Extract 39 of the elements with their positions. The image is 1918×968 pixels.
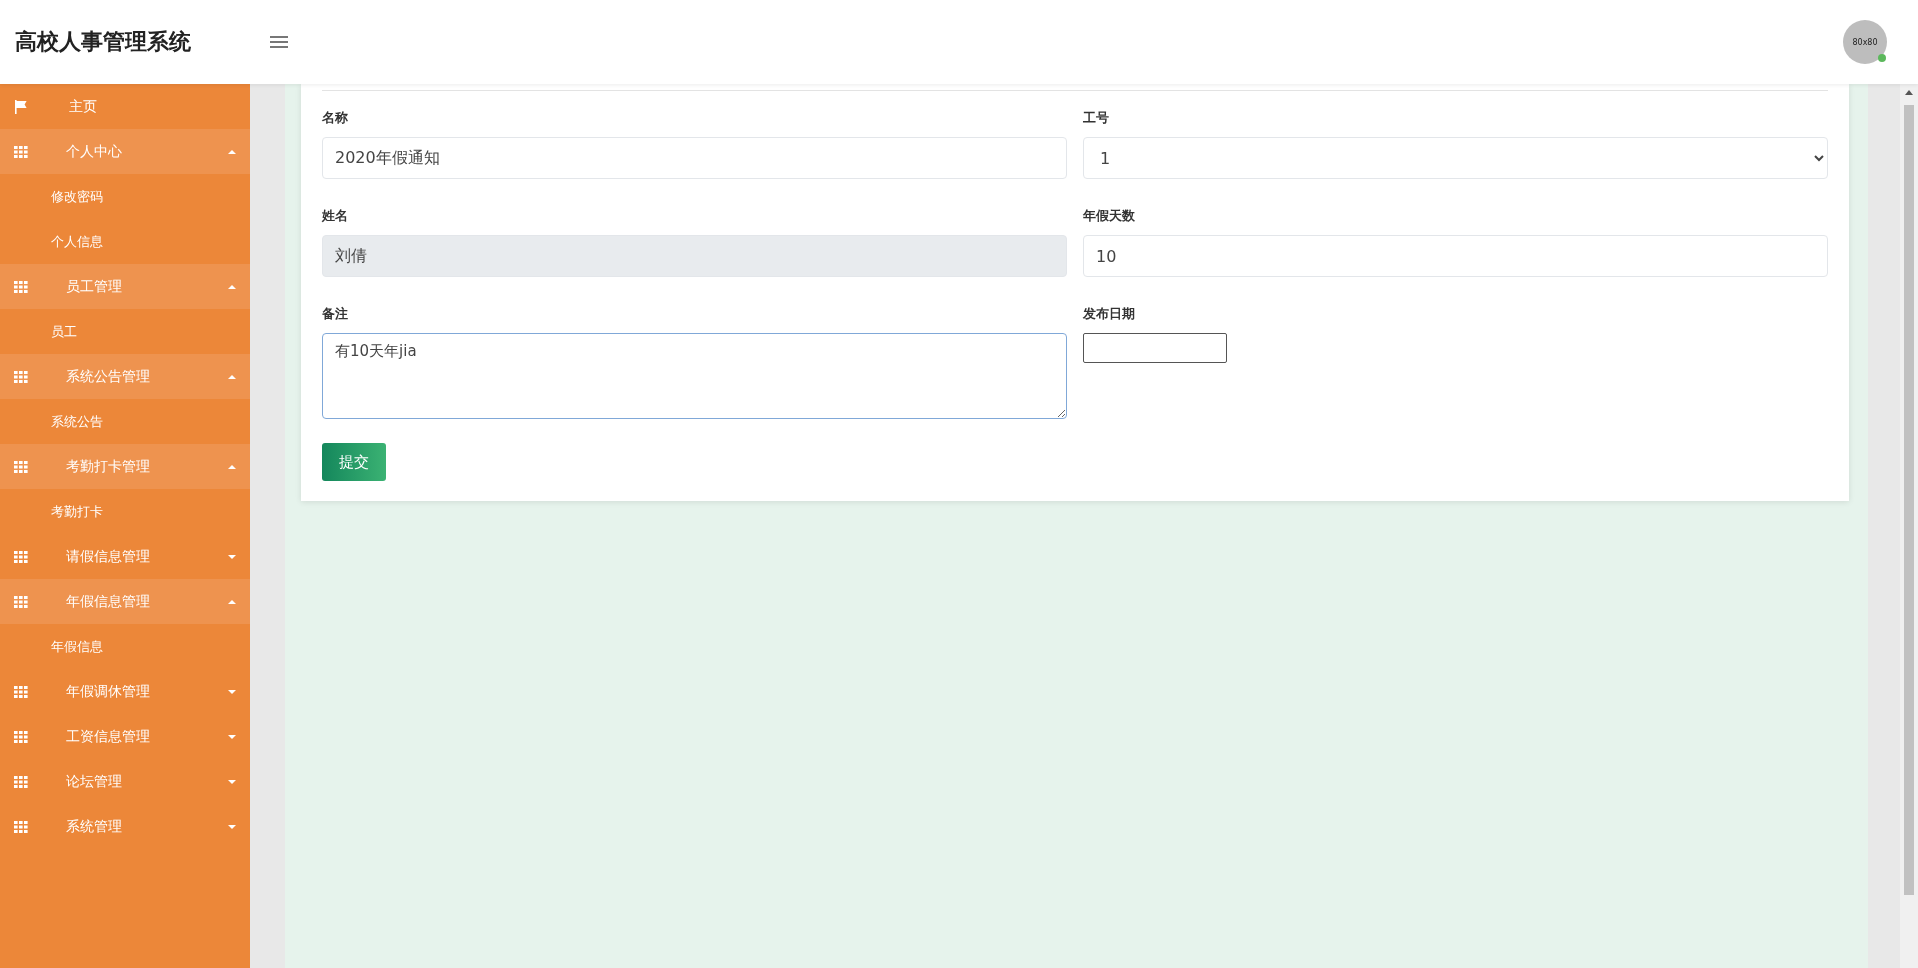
grid-icon <box>14 280 28 293</box>
grid-icon <box>14 370 28 383</box>
sidebar-subitem[interactable]: 年假信息 <box>0 624 250 669</box>
avatar-text: 80x80 <box>1852 37 1878 47</box>
grid-icon <box>14 460 28 473</box>
sidebar-item[interactable]: 个人中心 <box>0 129 250 174</box>
field-label: 年假天数 <box>1083 207 1136 225</box>
grid-icon <box>14 730 28 743</box>
date-field[interactable] <box>1083 333 1227 363</box>
sidebar-subitem[interactable]: 员工 <box>0 309 250 354</box>
sidebar-item[interactable]: 员工管理 <box>0 264 250 309</box>
text-field[interactable]: 2020年假通知 <box>322 137 1067 179</box>
sidebar-subitem[interactable]: 修改密码 <box>0 174 250 219</box>
sidebar-subitem[interactable]: 系统公告 <box>0 399 250 444</box>
grid-icon <box>14 550 28 563</box>
select-field[interactable]: 1 <box>1083 137 1828 179</box>
textarea-field[interactable]: 有10天年jia <box>322 333 1067 419</box>
sidebar-subitem[interactable]: 考勤打卡 <box>0 489 250 534</box>
grid-icon <box>14 595 28 608</box>
sidebar-item[interactable]: 考勤打卡管理 <box>0 444 250 489</box>
field-label: 名称 <box>322 109 349 127</box>
scroll-up-icon[interactable] <box>1905 90 1913 95</box>
text-field[interactable]: 10 <box>1083 235 1828 277</box>
field-label: 发布日期 <box>1083 305 1136 323</box>
sidebar-subitem[interactable]: 个人信息 <box>0 219 250 264</box>
grid-icon <box>14 775 28 788</box>
grid-icon <box>14 685 28 698</box>
field-label: 姓名 <box>322 207 349 225</box>
sidebar-item[interactable]: 年假信息管理 <box>0 579 250 624</box>
app-title: 高校人事管理系统 <box>14 28 192 56</box>
field-label: 备注 <box>322 305 349 323</box>
avatar[interactable]: 80x80 <box>1843 20 1887 64</box>
flag-icon <box>14 99 27 114</box>
field-label: 工号 <box>1083 109 1110 127</box>
scrollbar[interactable] <box>1900 84 1918 968</box>
sidebar-item[interactable]: 系统公告管理 <box>0 354 250 399</box>
grid-icon <box>14 820 28 833</box>
grid-icon <box>14 145 28 158</box>
submit-button[interactable]: 提交 <box>322 443 386 481</box>
